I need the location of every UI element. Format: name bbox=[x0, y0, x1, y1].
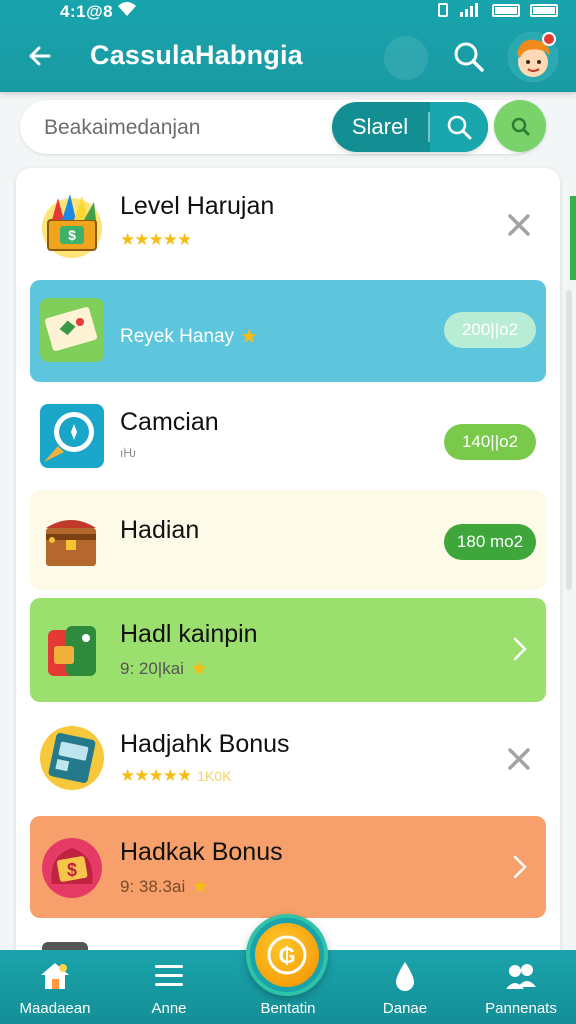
svg-text:$: $ bbox=[67, 860, 77, 880]
price-badge[interactable]: 180 mo2 bbox=[444, 524, 536, 560]
item-subtitle-row: 9: 38.3ai ★ bbox=[120, 874, 209, 899]
wifi-icon bbox=[116, 0, 138, 23]
battery-icon bbox=[492, 3, 520, 17]
item-subtitle: 9: 38.3ai bbox=[120, 876, 186, 896]
item-subtitle-row: 9: 20|kai ★ bbox=[120, 656, 208, 681]
list-item[interactable]: Hadl kainpin 9: 20|kai ★ bbox=[30, 598, 546, 702]
signal-icon bbox=[460, 3, 478, 17]
list-item[interactable]: Hadjahk Bonus ★★★★★ 1K0K bbox=[30, 710, 546, 808]
remove-button[interactable] bbox=[502, 208, 536, 242]
search-icon bbox=[511, 117, 530, 136]
nav-item-list[interactable]: Anne bbox=[114, 950, 224, 1024]
item-rating: ★★★★★ bbox=[120, 230, 192, 250]
nav-label: Danae bbox=[382, 1000, 428, 1017]
list-item[interactable]: $ Hadkak Bonus 9: 38.3ai ★ bbox=[30, 816, 546, 918]
nav-label: Anne bbox=[151, 1000, 187, 1017]
search-icon bbox=[430, 102, 488, 152]
item-title: Camcian bbox=[120, 408, 219, 436]
notification-badge bbox=[542, 32, 556, 46]
search-button-label: Slarel bbox=[332, 112, 430, 142]
rating-suffix: 1K0K bbox=[197, 768, 232, 784]
people-icon bbox=[504, 960, 538, 992]
search-icon bbox=[454, 42, 484, 72]
filter-search-button[interactable] bbox=[494, 100, 546, 152]
nav-label-center: Bentatin bbox=[260, 1000, 316, 1017]
price-badge[interactable]: 200||o2 bbox=[444, 312, 536, 348]
home-icon bbox=[37, 960, 73, 992]
ticket-icon bbox=[38, 724, 106, 792]
open-item-button[interactable] bbox=[508, 632, 532, 666]
star-rating: ★ bbox=[189, 658, 208, 680]
edge-accent bbox=[570, 196, 576, 280]
center-action-button[interactable]: ₲ bbox=[246, 914, 328, 996]
svg-text:$: $ bbox=[68, 227, 76, 243]
scrollbar[interactable] bbox=[566, 290, 572, 590]
ghost-circle bbox=[384, 36, 428, 80]
item-subtitle: Reyek Hanay bbox=[120, 325, 235, 347]
avatar[interactable] bbox=[508, 32, 558, 82]
nav-item-danae[interactable]: Danae bbox=[350, 950, 460, 1024]
item-title: Hadjahk Bonus bbox=[120, 730, 290, 758]
status-bar: 4:1@8 bbox=[0, 0, 576, 26]
backpack-icon bbox=[38, 616, 106, 684]
nav-item-people[interactable]: Pannenats bbox=[466, 950, 576, 1024]
close-icon bbox=[508, 214, 530, 236]
open-item-button[interactable] bbox=[508, 850, 532, 884]
svg-text:₲: ₲ bbox=[278, 943, 295, 968]
star-rating: ★ bbox=[191, 876, 209, 898]
status-icons bbox=[436, 3, 558, 17]
chevron-right-icon bbox=[513, 637, 527, 661]
money-bag-icon: $ bbox=[38, 832, 106, 900]
nav-label: Maadaean bbox=[19, 1000, 91, 1017]
item-title: Hadian bbox=[120, 516, 200, 544]
item-rating: ★★★★★ 1K0K bbox=[120, 766, 231, 786]
search-row: Slarel bbox=[0, 96, 576, 162]
list-item[interactable]: Camcian ıׂǶ 140||o2 bbox=[30, 390, 546, 492]
list-item[interactable]: Hadian 180 mo2 bbox=[30, 490, 546, 590]
star-rating: ★★★★★ bbox=[120, 230, 192, 249]
star-rating: ★ bbox=[240, 326, 258, 348]
battery-icon-2 bbox=[530, 3, 558, 17]
price-badge[interactable]: 140||o2 bbox=[444, 424, 536, 460]
item-title: Hadl kainpin bbox=[120, 620, 258, 648]
item-subtitle: ıׂǶ bbox=[120, 446, 136, 460]
search-submit-button[interactable]: Slarel bbox=[332, 102, 488, 152]
item-subtitle: 9: 20|kai bbox=[120, 658, 184, 678]
arrow-left-icon bbox=[29, 46, 51, 66]
back-button[interactable] bbox=[22, 38, 58, 74]
gift-box-icon: $ bbox=[38, 190, 106, 258]
chevron-right-icon bbox=[513, 855, 527, 879]
search-input[interactable] bbox=[44, 114, 324, 142]
header-search-button[interactable] bbox=[452, 40, 486, 74]
list-item[interactable]: Reyek Hanay ★ 200||o2 bbox=[30, 280, 546, 382]
app-bar: 4:1@8 CassulaHabngia bbox=[0, 0, 576, 92]
page-title: CassulaHabngia bbox=[90, 40, 303, 70]
list-item[interactable]: $ Level Harujan ★★★★★ bbox=[30, 178, 546, 270]
drop-icon bbox=[392, 960, 418, 992]
nav-item-home[interactable]: Maadaean bbox=[0, 950, 110, 1024]
star-rating: ★★★★★ bbox=[120, 766, 192, 785]
remove-button[interactable] bbox=[502, 742, 536, 776]
item-title: Hadkak Bonus bbox=[120, 838, 283, 866]
coin-icon: ₲ bbox=[255, 923, 319, 987]
item-subtitle-row: Reyek Hanay ★ bbox=[120, 324, 258, 349]
status-time: 4:1@8 bbox=[60, 2, 114, 21]
vibrate-icon bbox=[438, 3, 448, 17]
close-icon bbox=[508, 748, 530, 770]
list-icon bbox=[153, 960, 185, 992]
game-list: $ Level Harujan ★★★★★ Reyek Hanay ★ 200|… bbox=[16, 168, 560, 968]
compass-icon bbox=[38, 402, 106, 470]
item-title: Level Harujan bbox=[120, 192, 275, 220]
treasure-chest-icon bbox=[38, 506, 106, 574]
cards-icon bbox=[38, 296, 106, 364]
nav-label: Pannenats bbox=[485, 1000, 557, 1017]
